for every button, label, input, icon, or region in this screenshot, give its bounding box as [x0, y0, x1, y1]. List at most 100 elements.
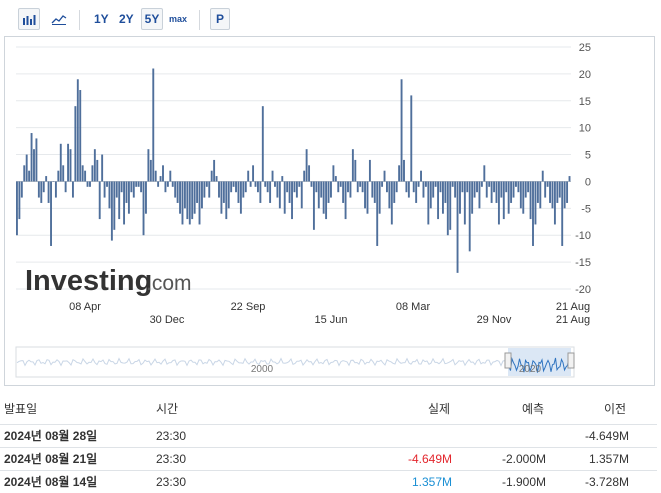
bar [33, 149, 35, 182]
navigator-year-label: 2000 [251, 364, 274, 375]
bar [203, 181, 206, 198]
navigator[interactable]: 2000 2020 [15, 346, 575, 378]
previous-value: -4.649M [584, 429, 629, 443]
bar [502, 181, 505, 220]
bar [553, 181, 556, 225]
navigator-handle[interactable] [567, 352, 575, 369]
grid-lines [16, 46, 571, 290]
bar [166, 181, 169, 187]
bar [420, 170, 422, 182]
bar [519, 181, 522, 209]
bar [322, 181, 325, 214]
bar [110, 181, 113, 241]
bar [149, 159, 152, 182]
bar [37, 181, 40, 198]
bar [271, 170, 274, 182]
bar [334, 176, 337, 182]
bar [356, 181, 359, 193]
bar [354, 159, 357, 182]
bar [20, 181, 23, 198]
bar [76, 79, 79, 182]
bar [478, 181, 481, 209]
bar-chart-button[interactable] [18, 8, 40, 30]
bar [84, 170, 87, 182]
bar [249, 181, 252, 187]
bar [330, 181, 332, 198]
y-tick-label: -5 [581, 203, 591, 215]
bar [276, 181, 279, 198]
navigator-year-label: 2020 [519, 364, 542, 375]
bar [449, 181, 452, 230]
bar [269, 181, 272, 203]
bar [390, 181, 393, 225]
table-row: 2024년 08월 21일 23:30 -4.649M -2.000M 1.35… [0, 447, 657, 470]
bar [393, 181, 396, 203]
bar [300, 181, 303, 209]
bar [242, 181, 245, 198]
bar [193, 181, 196, 214]
range-max[interactable]: max [169, 14, 187, 24]
release-date: 2024년 08월 14일 [4, 475, 98, 489]
bar [378, 181, 381, 214]
table-row: 2024년 08월 14일 23:30 1.357M -1.900M -3.72… [0, 470, 657, 493]
header-forecast: 예측 [522, 402, 545, 416]
bar [205, 181, 208, 187]
bar [556, 181, 559, 203]
y-tick-label: 20 [579, 69, 591, 81]
bar [235, 181, 237, 193]
bar [35, 138, 38, 182]
bar [64, 181, 67, 193]
bar [371, 181, 374, 198]
bar [47, 181, 50, 203]
bar [305, 149, 308, 182]
bar [91, 165, 94, 182]
bar [308, 165, 311, 182]
bar [456, 181, 459, 273]
bar [176, 181, 179, 203]
bar [266, 181, 269, 193]
range-5y[interactable]: 5Y [141, 8, 163, 30]
bar [222, 181, 225, 203]
bar [274, 181, 276, 187]
table-row: 2024년 08월 28일 23:30 -4.649M [0, 424, 657, 447]
range-2y[interactable]: 2Y [119, 12, 134, 26]
bar [444, 181, 447, 203]
bar [291, 181, 293, 220]
p-button[interactable]: P [210, 8, 230, 30]
line-chart-button[interactable] [48, 8, 70, 30]
bar [215, 176, 218, 182]
bar [517, 181, 520, 193]
bar [429, 181, 432, 209]
bar [347, 181, 349, 193]
bar [159, 176, 162, 182]
bar [325, 181, 328, 220]
previous-value: -3.728M [584, 475, 629, 489]
bar [366, 181, 369, 214]
forecast-value: -1.900M [501, 475, 546, 489]
bar [337, 181, 340, 193]
bar [497, 181, 500, 225]
bar [320, 181, 323, 198]
x-tick-label: 21 Aug [556, 314, 590, 326]
bar [527, 181, 530, 193]
bar [361, 181, 364, 193]
bar [493, 181, 496, 193]
bar [261, 106, 264, 182]
bar [103, 181, 106, 198]
range-1y[interactable]: 1Y [94, 12, 109, 26]
bar [135, 181, 138, 187]
bar [16, 181, 18, 236]
bar [67, 143, 70, 182]
bar [69, 149, 72, 182]
bar [198, 181, 201, 225]
bar [500, 181, 503, 198]
bar [125, 181, 128, 203]
bar-chart: Investing .com 25 20 15 10 5 0 -5 -10 -15 -20 08 … [15, 42, 591, 378]
bar [490, 181, 493, 203]
header-actual: 실제 [428, 402, 451, 416]
bar [298, 181, 301, 187]
navigator-handle[interactable] [504, 352, 512, 369]
bar [62, 165, 65, 182]
release-date: 2024년 08월 28일 [4, 429, 98, 443]
bar [342, 181, 345, 203]
